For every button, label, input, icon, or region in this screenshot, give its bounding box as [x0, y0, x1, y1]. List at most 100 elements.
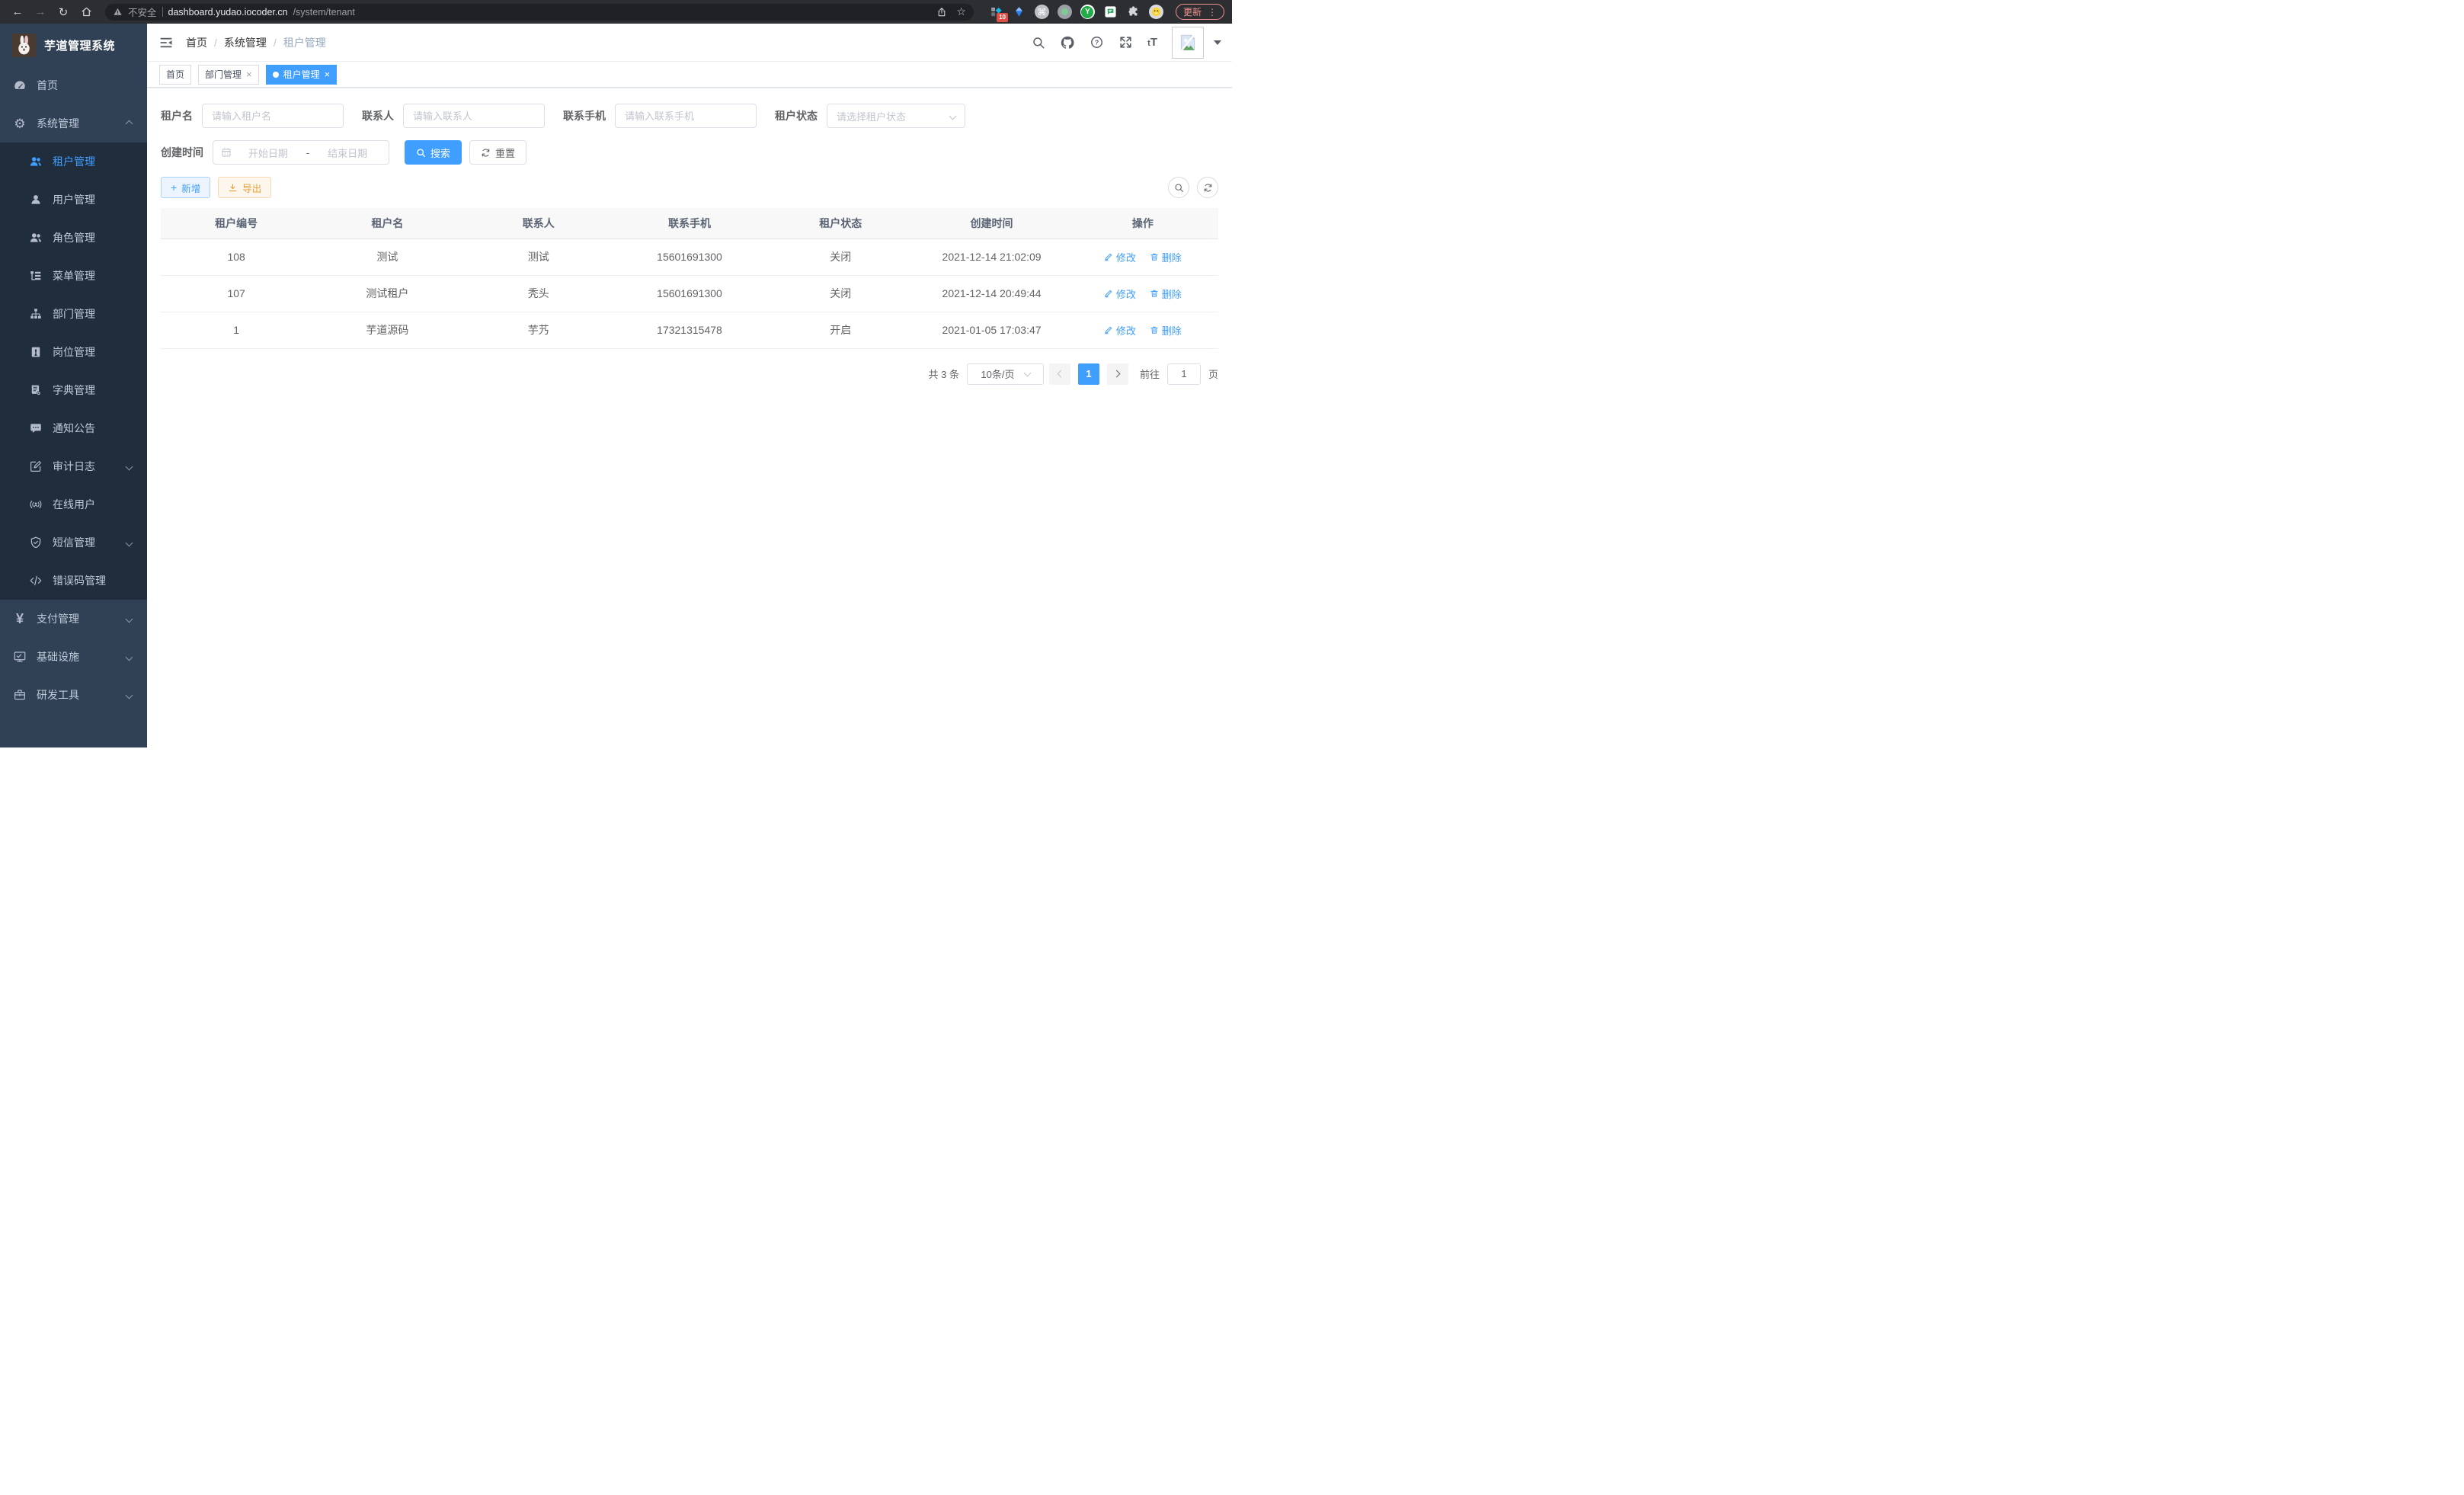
breadcrumb-separator: /: [274, 37, 277, 49]
chevron-down-icon: [126, 539, 133, 546]
status-text: 关闭: [765, 275, 916, 312]
extension-icon-emoji[interactable]: [1149, 5, 1163, 19]
security-chip[interactable]: 不安全: [128, 5, 157, 19]
table-row: 1 芋道源码 芋艿 17321315478 开启 2021-01-05 17:0…: [161, 312, 1218, 348]
extension-icon-y-green[interactable]: Y: [1080, 5, 1095, 19]
sidebar-item-devtools[interactable]: 研发工具: [0, 676, 147, 714]
url-divider: [162, 7, 163, 17]
col-mobile: 联系手机: [614, 208, 765, 238]
breadcrumb-system[interactable]: 系统管理: [224, 35, 267, 50]
sidebar-collapse-icon[interactable]: [147, 24, 185, 61]
delete-link[interactable]: 删除: [1150, 323, 1182, 338]
sidebar-item-post[interactable]: 岗位管理: [0, 333, 147, 371]
broken-image-icon: [1178, 33, 1198, 53]
tenant-name-input[interactable]: [202, 104, 344, 128]
bookmark-star-icon[interactable]: ☆: [956, 5, 966, 18]
reset-button[interactable]: 重置: [469, 140, 526, 165]
delete-link[interactable]: 删除: [1150, 250, 1182, 264]
home-icon[interactable]: [76, 3, 96, 21]
sidebar-logo[interactable]: 芋道管理系统: [0, 24, 147, 66]
sidebar-item-user[interactable]: 用户管理: [0, 181, 147, 219]
sidebar-item-tenant[interactable]: 租户管理: [0, 142, 147, 181]
refresh-icon: [1203, 183, 1213, 193]
search-icon: [1174, 183, 1184, 193]
sidebar-item-infra[interactable]: 基础设施: [0, 638, 147, 676]
tab-tenant[interactable]: 租户管理×: [266, 65, 338, 85]
back-icon[interactable]: ←: [8, 3, 27, 21]
next-page-button[interactable]: [1107, 363, 1128, 385]
url-bar[interactable]: 不安全 dashboard.yudao.iocoder.cn/system/te…: [105, 4, 974, 21]
goto-page-input[interactable]: [1167, 363, 1201, 385]
mobile-input[interactable]: [615, 104, 757, 128]
sidebar-item-system[interactable]: ⚙ 系统管理: [0, 104, 147, 142]
edit-link[interactable]: 修改: [1104, 250, 1136, 264]
add-button[interactable]: + 新增: [161, 177, 210, 198]
browser-toolbar: ← → ↻ 不安全 dashboard.yudao.iocoder.cn/sys…: [0, 0, 1232, 24]
sidebar-item-dept[interactable]: 部门管理: [0, 295, 147, 333]
avatar-caret-icon[interactable]: [1214, 40, 1221, 45]
sidebar-item-label: 在线用户: [53, 497, 95, 512]
sidebar-item-home[interactable]: 首页: [0, 66, 147, 104]
mobile-label: 联系手机: [563, 108, 606, 123]
share-icon[interactable]: [936, 7, 947, 18]
github-icon[interactable]: [1060, 35, 1075, 50]
notice-message-icon: [29, 421, 43, 435]
edit-link[interactable]: 修改: [1104, 323, 1136, 338]
tenant-table: 租户编号 租户名 联系人 联系手机 租户状态 创建时间 操作 108 测试: [161, 208, 1218, 349]
close-icon[interactable]: ×: [246, 69, 252, 79]
prev-page-button[interactable]: [1049, 363, 1070, 385]
extension-icon-recorder[interactable]: [1058, 5, 1072, 19]
header-search-icon[interactable]: [1032, 36, 1045, 50]
avatar[interactable]: [1172, 27, 1204, 59]
sidebar-item-pay[interactable]: ¥ 支付管理: [0, 600, 147, 638]
sidebar-item-role[interactable]: 角色管理: [0, 219, 147, 257]
sidebar-item-notice[interactable]: 通知公告: [0, 409, 147, 447]
export-button[interactable]: 导出: [218, 177, 271, 198]
tab-dept[interactable]: 部门管理×: [198, 65, 259, 85]
browser-update-button[interactable]: 更新 ⋮: [1176, 4, 1224, 20]
fullscreen-icon[interactable]: [1118, 35, 1133, 50]
pagination: 共 3 条 10条/页 1 前往 页: [161, 363, 1218, 385]
col-tenant-id: 租户编号: [161, 208, 312, 238]
extension-icon-command[interactable]: ⌘: [1035, 5, 1049, 19]
sidebar-item-audit[interactable]: 审计日志: [0, 447, 147, 485]
status-select[interactable]: 请选择租户状态: [827, 104, 965, 128]
tab-home[interactable]: 首页: [159, 65, 191, 85]
breadcrumb-home[interactable]: 首页: [186, 35, 207, 50]
table-toolbar: + 新增 导出: [161, 177, 1218, 198]
trash-icon: [1150, 252, 1159, 261]
extension-icon-tabs[interactable]: 10: [989, 5, 1003, 19]
delete-link[interactable]: 删除: [1150, 287, 1182, 301]
current-page[interactable]: 1: [1078, 363, 1099, 385]
sidebar-item-sms[interactable]: 短信管理: [0, 523, 147, 562]
sidebar-item-menu[interactable]: 菜单管理: [0, 257, 147, 295]
download-icon: [228, 183, 238, 193]
sidebar-item-errorcode[interactable]: 错误码管理: [0, 562, 147, 600]
infra-monitor-icon: [13, 650, 27, 664]
forward-icon[interactable]: →: [30, 3, 50, 21]
extension-icon-puzzle[interactable]: [1126, 5, 1141, 19]
edit-link[interactable]: 修改: [1104, 287, 1136, 301]
close-icon[interactable]: ×: [325, 69, 331, 79]
tenant-name-label: 租户名: [161, 108, 193, 123]
page-size-select[interactable]: 10条/页: [967, 363, 1044, 385]
col-created: 创建时间: [916, 208, 1067, 238]
url-host: dashboard.yudao.iocoder.cn: [168, 7, 288, 18]
browser-menu-icon[interactable]: ⋮: [1208, 7, 1217, 18]
status-text: 开启: [765, 312, 916, 348]
refresh-table-button[interactable]: [1197, 177, 1218, 198]
show-search-toggle-button[interactable]: [1168, 177, 1189, 198]
reload-icon[interactable]: ↻: [53, 3, 73, 21]
help-icon[interactable]: ?: [1090, 35, 1104, 50]
sidebar-item-online[interactable]: 在线用户: [0, 485, 147, 523]
sidebar-item-dict[interactable]: 字典管理: [0, 371, 147, 409]
contact-input[interactable]: [403, 104, 545, 128]
extension-icon-chat[interactable]: [1103, 5, 1118, 19]
sidebar-item-label: 字典管理: [53, 383, 95, 398]
date-range-picker[interactable]: 开始日期 - 结束日期: [213, 140, 389, 165]
extension-icon-kite[interactable]: [1012, 5, 1026, 19]
col-tenant-name: 租户名: [312, 208, 462, 238]
font-size-icon[interactable]: tT: [1147, 36, 1157, 49]
search-button[interactable]: 搜索: [405, 140, 462, 165]
page-unit-label: 页: [1208, 367, 1218, 381]
